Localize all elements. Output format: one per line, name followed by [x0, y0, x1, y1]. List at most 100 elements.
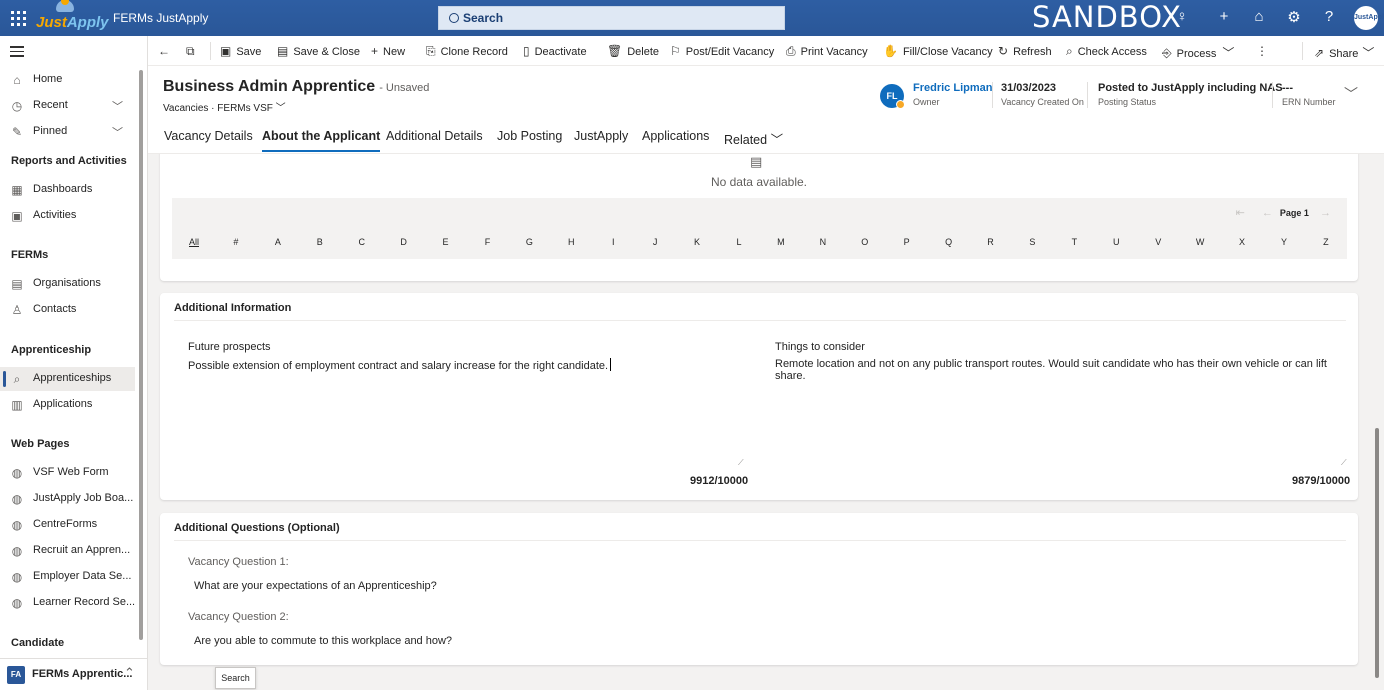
alphabet-filter-item[interactable]: N [809, 237, 837, 247]
clone-record-button[interactable]: ⎘ Clone Record [426, 44, 508, 59]
tab-applications[interactable]: Applications [642, 129, 709, 143]
sidebar-item-home[interactable]: ⌂ Home [0, 68, 135, 92]
save-button[interactable]: ▣ Save [220, 44, 261, 58]
alphabet-filter-item[interactable]: Y [1270, 237, 1298, 247]
form-selector[interactable]: FERMs VSF [217, 103, 273, 114]
save-close-button[interactable]: ▤ Save & Close [277, 44, 360, 58]
alphabet-filter-item[interactable]: J [641, 237, 669, 247]
alphabet-filter-item[interactable]: K [683, 237, 711, 247]
bell-icon[interactable]: ⌂ [1249, 8, 1269, 25]
share-icon: ⇗ [1314, 46, 1325, 60]
alphabet-filter-item[interactable]: I [599, 237, 627, 247]
page-scrollbar[interactable] [1375, 428, 1379, 678]
fill-close-vacancy-button[interactable]: ✋ Fill/Close Vacancy [883, 44, 993, 58]
sidebar-item-activities[interactable]: ▣ Activities [0, 204, 135, 228]
alphabet-filter-item[interactable]: A [264, 237, 292, 247]
refresh-button[interactable]: ↻ Refresh [998, 44, 1052, 58]
tab-justapply[interactable]: JustApply [574, 129, 628, 143]
resize-handle-icon[interactable]: ⟋ [1341, 458, 1347, 468]
alphabet-filter-item[interactable]: F [473, 237, 501, 247]
sidebar-item-learner-record[interactable]: ◍ Learner Record Se... [0, 591, 135, 615]
plus-icon[interactable]: + [1214, 8, 1234, 25]
chevron-down-icon[interactable]: ﹀ [276, 103, 286, 114]
post-edit-vacancy-button[interactable]: ⚐ Post/Edit Vacancy [670, 44, 774, 58]
check-access-button[interactable]: ⌕ Check Access [1066, 44, 1147, 59]
tab-job-posting[interactable]: Job Posting [497, 129, 562, 143]
alphabet-filter-item[interactable]: U [1102, 237, 1130, 247]
process-button[interactable]: ⎆ Process ﹀ [1162, 44, 1239, 61]
alphabet-filter-item[interactable]: All [180, 237, 208, 247]
sidebar-item-justapply-job-board[interactable]: ◍ JustApply Job Boa... [0, 487, 135, 511]
alphabet-filter-item[interactable]: V [1144, 237, 1172, 247]
save-icon: ▣ [220, 44, 232, 58]
first-page-icon[interactable]: ⇤ [1236, 207, 1245, 219]
resize-handle-icon[interactable]: ⟋ [738, 458, 744, 468]
tab-additional-details[interactable]: Additional Details [386, 129, 483, 143]
new-button[interactable]: + New [371, 44, 405, 58]
alphabet-filter-item[interactable]: P [893, 237, 921, 247]
tab-about-the-applicant[interactable]: About the Applicant [262, 129, 381, 152]
save-status: - Unsaved [379, 82, 430, 94]
share-button[interactable]: ⇗ Share ﹀ [1314, 44, 1379, 61]
sidebar-item-employer-data[interactable]: ◍ Employer Data Se... [0, 565, 135, 589]
sidebar-item-pinned[interactable]: ✎ Pinned ﹀ [0, 120, 135, 144]
popout-button[interactable]: ⧉ [186, 44, 200, 59]
sidebar-item-vsf-web-form[interactable]: ◍ VSF Web Form [0, 461, 135, 485]
alphabet-filter-item[interactable]: B [306, 237, 334, 247]
vacancy-question-2-value[interactable]: Are you able to commute to this workplac… [194, 635, 452, 647]
back-button[interactable]: ← [158, 44, 175, 58]
alphabet-filter-item[interactable]: L [725, 237, 753, 247]
delete-button[interactable]: 🗑 Delete [607, 44, 659, 58]
tab-related[interactable]: Related ﹀ [724, 129, 783, 148]
more-commands-button[interactable]: ⋮ [1256, 44, 1273, 58]
alphabet-filter-item[interactable]: D [390, 237, 418, 247]
sidebar-item-recent[interactable]: ◷ Recent ﹀ [0, 94, 135, 118]
record-subtitle: Vacancies · FERMs VSF ﹀ [163, 103, 286, 114]
previous-page-icon[interactable]: ← [1262, 207, 1273, 219]
sidebar-item-organisations[interactable]: ▤ Organisations [0, 272, 135, 296]
clone-icon: ⎘ [426, 44, 436, 58]
sidebar-item-dashboards[interactable]: ▦ Dashboards [0, 178, 135, 202]
vacancy-question-1-value[interactable]: What are your expectations of an Apprent… [194, 580, 437, 592]
things-to-consider-input[interactable]: Remote location and not on any public tr… [775, 358, 1358, 382]
future-prospects-input[interactable]: Possible extension of employment contrac… [188, 358, 612, 372]
alphabet-filter-item[interactable]: Z [1312, 237, 1340, 247]
sidebar-item-applications[interactable]: ▥ Applications [0, 393, 135, 417]
alphabet-filter-item[interactable]: T [1060, 237, 1088, 247]
sidebar-item-apprenticeships[interactable]: ⌕ Apprenticeships [0, 367, 135, 391]
alphabet-filter-item[interactable]: H [557, 237, 585, 247]
sidebar-item-recruit-apprentice[interactable]: ◍ Recruit an Appren... [0, 539, 135, 563]
alphabet-filter-item[interactable]: R [977, 237, 1005, 247]
next-page-icon[interactable]: → [1320, 207, 1331, 219]
alphabet-filter-item[interactable]: X [1228, 237, 1256, 247]
user-avatar[interactable]: JustApply [1354, 6, 1384, 30]
app-name[interactable]: FERMs JustApply [113, 11, 208, 25]
additional-questions-section: Additional Questions (Optional) Vacancy … [160, 513, 1358, 665]
alphabet-filter-item[interactable]: Q [935, 237, 963, 247]
hamburger-icon[interactable] [10, 46, 24, 60]
alphabet-filter-item[interactable]: W [1186, 237, 1214, 247]
sidebar-item-centreforms[interactable]: ◍ CentreForms [0, 513, 135, 537]
sidebar-item-contacts[interactable]: ♙ Contacts [0, 298, 135, 322]
lightbulb-icon[interactable]: ♀ [1172, 8, 1192, 25]
tab-vacancy-details[interactable]: Vacancy Details [164, 129, 253, 143]
alphabet-filter-item[interactable]: E [432, 237, 460, 247]
alphabet-filter-item[interactable]: O [851, 237, 879, 247]
deactivate-button[interactable]: ▯ Deactivate [523, 44, 587, 58]
alphabet-filter-item[interactable]: M [767, 237, 795, 247]
alphabet-filter-item[interactable]: # [222, 237, 250, 247]
alphabet-filter-item[interactable]: G [515, 237, 543, 247]
area-switcher[interactable]: FA FERMs Apprentic... ⌃ [0, 658, 148, 690]
global-search[interactable]: Search [438, 6, 785, 30]
alphabet-filter-item[interactable]: C [348, 237, 376, 247]
alphabet-filter-item[interactable]: S [1018, 237, 1046, 247]
gear-icon[interactable]: ⚙ [1284, 8, 1304, 26]
organisation-icon: ▤ [11, 277, 23, 291]
no-data-message: No data available. [710, 175, 808, 189]
chevron-down-icon[interactable]: ﹀ [1344, 84, 1358, 104]
help-icon[interactable]: ? [1319, 8, 1339, 25]
app-launcher-icon[interactable] [8, 8, 28, 28]
owner-field[interactable]: Fredric Lipman Owner [913, 82, 992, 107]
print-vacancy-button[interactable]: ⎙ Print Vacancy [786, 44, 868, 59]
sidebar-scrollbar[interactable] [139, 70, 143, 640]
